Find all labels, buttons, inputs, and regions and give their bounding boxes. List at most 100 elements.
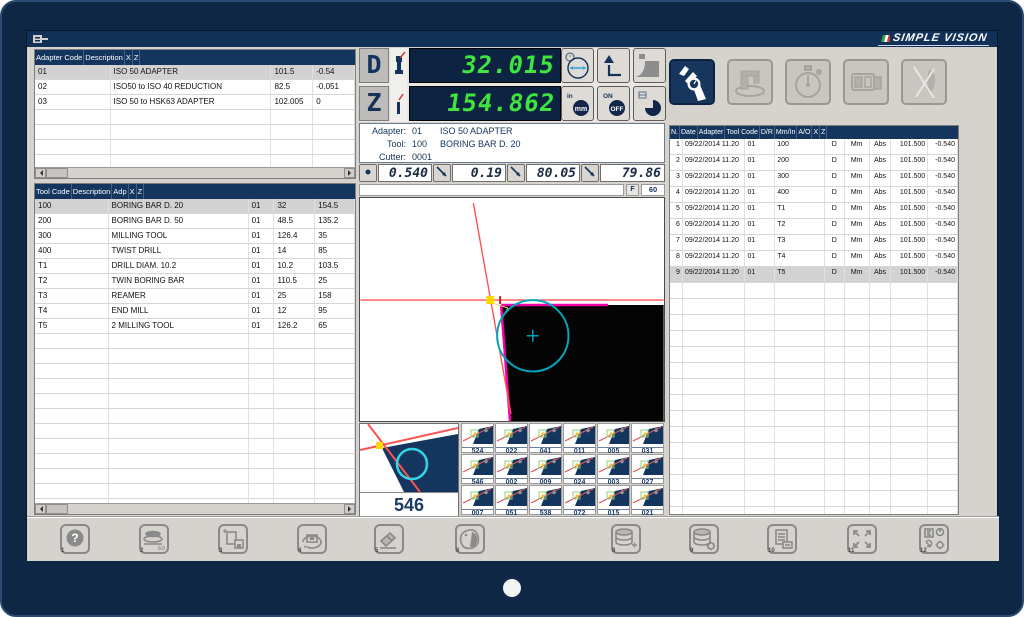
- shape-thumbnail[interactable]: 005: [597, 423, 630, 453]
- adapter-row[interactable]: [35, 140, 355, 155]
- scroll-left-button[interactable]: [35, 168, 46, 178]
- shape-thumbnail[interactable]: 031: [631, 423, 664, 453]
- history-row[interactable]: [670, 299, 958, 315]
- adapter-row[interactable]: [35, 155, 355, 167]
- unit-toggle-button[interactable]: in mm: [561, 86, 594, 121]
- gauge-mode-button[interactable]: [785, 59, 831, 105]
- adapter-row[interactable]: [35, 125, 355, 140]
- tool-row[interactable]: [35, 439, 355, 454]
- history-row[interactable]: [670, 315, 958, 331]
- shape-thumbnail[interactable]: 022: [495, 423, 528, 453]
- focus-track[interactable]: [359, 184, 624, 196]
- setup-button[interactable]: 12: [919, 524, 949, 554]
- shape-thumbnail[interactable]: 015: [597, 485, 630, 515]
- print-report-button[interactable]: 10: [767, 524, 797, 554]
- tool-row[interactable]: [35, 379, 355, 394]
- history-row[interactable]: [670, 507, 958, 514]
- history-row[interactable]: [670, 491, 958, 507]
- angle-measure-button[interactable]: [581, 164, 599, 182]
- angle-measure-button[interactable]: [433, 164, 451, 182]
- tool-row[interactable]: [35, 334, 355, 349]
- tool-row[interactable]: [35, 469, 355, 484]
- history-row[interactable]: 6 09/22/2014 11.20 01 T2 D Mm Abs 101.50…: [670, 219, 958, 235]
- presetter-zero-button[interactable]: 0.0 2: [139, 524, 169, 554]
- tool-row[interactable]: [35, 394, 355, 409]
- save-database-button[interactable]: 8: [611, 524, 641, 554]
- measure-diameter-button[interactable]: [561, 48, 594, 83]
- shape-thumbnail[interactable]: 546: [461, 454, 494, 484]
- history-row[interactable]: [670, 347, 958, 363]
- angle-measure-button[interactable]: [507, 164, 525, 182]
- adapter-table-hscrollbar[interactable]: [35, 167, 355, 178]
- adapter-row[interactable]: 01 ISO 50 ADAPTER 101.5 -0.54: [35, 65, 355, 80]
- history-row[interactable]: [670, 459, 958, 475]
- tool-row[interactable]: T4 END MILL 01 12 95: [35, 304, 355, 319]
- fullscreen-button[interactable]: 11: [847, 524, 877, 554]
- presetter-mode-button[interactable]: [727, 59, 773, 105]
- measure-value-2[interactable]: 0.19: [452, 164, 506, 182]
- shape-thumbnail[interactable]: 003: [597, 454, 630, 484]
- history-row[interactable]: [670, 379, 958, 395]
- measure-corner-button[interactable]: [633, 48, 666, 83]
- camera-tool-button[interactable]: 6: [455, 524, 485, 554]
- history-row[interactable]: [670, 475, 958, 491]
- tool-table-hscrollbar[interactable]: [35, 503, 355, 514]
- shape-thumbnail[interactable]: 072: [563, 485, 596, 515]
- history-row[interactable]: 4 09/22/2014 11.20 01 400 D Mm Abs 101.5…: [670, 187, 958, 203]
- history-row[interactable]: 9 09/22/2014 11.20 01 T5 D Mm Abs 101.50…: [670, 267, 958, 283]
- shape-thumbnail[interactable]: 027: [631, 454, 664, 484]
- history-row[interactable]: 2 09/22/2014 11.20 01 200 D Mm Abs 101.5…: [670, 155, 958, 171]
- shape-thumbnail[interactable]: 051: [495, 485, 528, 515]
- tool-row[interactable]: [35, 454, 355, 469]
- tool-row[interactable]: T5 2 MILLING TOOL 01 126.2 65: [35, 319, 355, 334]
- quadrant-button[interactable]: [633, 86, 666, 121]
- scroll-right-button[interactable]: [344, 168, 355, 178]
- history-row[interactable]: 3 09/22/2014 11.20 01 300 D Mm Abs 101.5…: [670, 171, 958, 187]
- machine-mode-button[interactable]: [843, 59, 889, 105]
- measure-value-1[interactable]: 0.540: [378, 164, 432, 182]
- scroll-right-button[interactable]: [344, 504, 355, 514]
- measure-height-button[interactable]: [597, 48, 630, 83]
- history-row[interactable]: 8 09/22/2014 11.20 01 T4 D Mm Abs 101.50…: [670, 251, 958, 267]
- database-settings-button[interactable]: 9: [689, 524, 719, 554]
- measure-mode-button[interactable]: [669, 59, 715, 105]
- shape-thumbnail[interactable]: 009: [529, 454, 562, 484]
- shape-thumbnail[interactable]: 007: [461, 485, 494, 515]
- shape-preview[interactable]: 546: [359, 423, 459, 517]
- tool-row[interactable]: [35, 409, 355, 424]
- machine-transfer-button[interactable]: 4: [297, 524, 327, 554]
- lathe-mode-button[interactable]: [901, 59, 947, 105]
- history-row[interactable]: 1 09/22/2014 11.20 01 100 D Mm Abs 101.5…: [670, 139, 958, 155]
- tool-row[interactable]: [35, 364, 355, 379]
- history-row[interactable]: 7 09/22/2014 11.20 01 T3 D Mm Abs 101.50…: [670, 235, 958, 251]
- tool-row[interactable]: T2 TWIN BORING BAR 01 110.5 25: [35, 274, 355, 289]
- shape-thumbnail[interactable]: 041: [529, 423, 562, 453]
- adapter-row[interactable]: 03 ISO 50 to HSK63 ADAPTER 102.005 0: [35, 95, 355, 110]
- shape-thumbnail[interactable]: 011: [563, 423, 596, 453]
- power-toggle-button[interactable]: ON OFF: [597, 86, 630, 121]
- history-row[interactable]: 5 09/22/2014 11.20 01 T1 D Mm Abs 101.50…: [670, 203, 958, 219]
- measure-value-4[interactable]: 79.86: [600, 164, 665, 182]
- erase-button[interactable]: 5: [374, 524, 404, 554]
- history-row[interactable]: [670, 411, 958, 427]
- measure-value-3[interactable]: 80.05: [526, 164, 580, 182]
- help-button[interactable]: ? 1: [60, 524, 90, 554]
- scroll-left-button[interactable]: [35, 504, 46, 514]
- history-row[interactable]: [670, 427, 958, 443]
- history-row[interactable]: [670, 363, 958, 379]
- tool-row[interactable]: 300 MILLING TOOL 01 126.4 35: [35, 229, 355, 244]
- history-row[interactable]: [670, 331, 958, 347]
- tool-row[interactable]: [35, 484, 355, 499]
- adapter-row[interactable]: 02 ISO50 to ISO 40 REDUCTION 82.5 -0.051: [35, 80, 355, 95]
- history-row[interactable]: [670, 283, 958, 299]
- shape-thumbnail[interactable]: 021: [631, 485, 664, 515]
- history-row[interactable]: [670, 395, 958, 411]
- tool-row[interactable]: 200 BORING BAR D. 50 01 48.5 135.2: [35, 214, 355, 229]
- shape-thumbnail[interactable]: 524: [461, 423, 494, 453]
- shape-thumbnail[interactable]: 538: [529, 485, 562, 515]
- tool-row[interactable]: 100 BORING BAR D. 20 01 32 154.5: [35, 199, 355, 214]
- adapter-row[interactable]: [35, 110, 355, 125]
- scroll-thumb[interactable]: [46, 504, 68, 514]
- camera-view[interactable]: [359, 197, 665, 422]
- scroll-thumb[interactable]: [46, 168, 68, 178]
